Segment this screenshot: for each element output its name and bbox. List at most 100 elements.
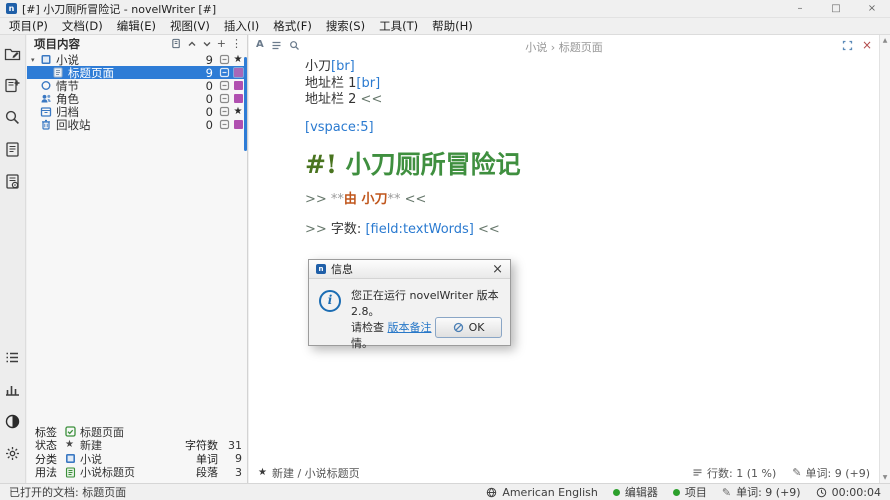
spell-language[interactable]: American English — [486, 486, 598, 499]
editor-scrollbar[interactable]: ▲ ▼ — [879, 35, 890, 483]
count-label: 段落 — [196, 464, 218, 480]
menu-insert[interactable]: 插入(I) — [217, 18, 266, 34]
br-tag: [br] — [331, 59, 355, 74]
ok-button[interactable]: OK — [435, 317, 502, 338]
tree-scrollbar[interactable] — [244, 57, 247, 151]
release-notes-link[interactable]: 版本备注 — [388, 321, 432, 334]
menu-format[interactable]: 格式(F) — [266, 18, 319, 34]
status-star-icon: ★ — [232, 107, 244, 117]
archive-icon — [40, 106, 52, 117]
pen-icon: ✎ — [722, 486, 731, 499]
ok-circle-icon — [453, 322, 464, 333]
active-checkbox-icon[interactable] — [219, 80, 232, 91]
theme-toggle-icon[interactable] — [4, 413, 21, 430]
count-value: 9 — [218, 452, 242, 465]
close-button[interactable]: × — [854, 0, 890, 17]
session-timer[interactable]: 00:00:04 — [816, 486, 881, 499]
tree-item-count: 0 — [195, 105, 213, 119]
dialog-body: i 您正在运行 novelWriter 版本 2.8。 请检查 版本备注 了解更… — [309, 279, 510, 352]
novel-view-icon[interactable] — [4, 77, 21, 94]
menu-edit[interactable]: 编辑(E) — [110, 18, 163, 34]
tree-item-trash[interactable]: 回收站 0 — [27, 118, 247, 131]
wordcount-line: >> 字数: [field:textWords] << — [305, 222, 864, 239]
menu-document[interactable]: 文档(D) — [55, 18, 110, 34]
outline-view-icon[interactable] — [4, 141, 21, 158]
align-mark: << — [361, 92, 383, 107]
byline: >> **由 小刀** << — [305, 192, 864, 209]
focus-mode-icon[interactable] — [842, 40, 853, 51]
vspace-line: [vspace:5] — [305, 120, 864, 137]
tree-item-count: 0 — [195, 79, 213, 93]
active-checkbox-icon[interactable] — [219, 54, 232, 65]
details-list-icon[interactable] — [4, 349, 21, 366]
search-icon[interactable] — [4, 109, 21, 126]
menu-bar: 项目(P) 文档(D) 编辑(E) 视图(V) 插入(I) 格式(F) 搜索(S… — [0, 18, 890, 35]
move-down-icon[interactable] — [202, 39, 212, 49]
br-tag: [br] — [356, 76, 380, 91]
detail-key: 用法 — [35, 464, 65, 480]
add-item-icon[interactable]: + — [217, 38, 226, 49]
status-bar: 已打开的文档: 标题页面 American English 编辑器 项目 ✎ 单… — [0, 483, 890, 500]
word-count[interactable]: ✎ 单词: 9 (+9) — [792, 465, 870, 481]
active-checkbox-icon[interactable] — [219, 106, 232, 117]
settings-gear-icon[interactable] — [4, 445, 21, 462]
active-checkbox-icon[interactable] — [219, 119, 232, 130]
menu-tools[interactable]: 工具(T) — [372, 18, 425, 34]
editor-doc-status[interactable]: 新建 / 小说标题页 — [272, 465, 360, 481]
status-star-icon: ★ — [232, 55, 244, 65]
detail-value: 小说标题页 — [80, 464, 135, 480]
doc-outline-icon[interactable] — [271, 40, 282, 51]
project-tree-icon[interactable] — [4, 45, 21, 62]
scroll-up-icon[interactable]: ▲ — [880, 37, 890, 44]
document-details-panel: 标签 标题页面 状态 ★ 新建 字符数 31 分类 小说 单词 9 用法 — [35, 425, 242, 479]
tree-item-count: 0 — [195, 92, 213, 106]
dialog-close-icon[interactable]: × — [492, 263, 503, 276]
clock-icon — [816, 487, 827, 498]
tree-item-count: 0 — [195, 118, 213, 132]
build-manuscript-icon[interactable] — [4, 173, 21, 190]
count-value: 31 — [218, 439, 242, 452]
field-tag: [field:textWords] — [365, 222, 473, 237]
menu-project[interactable]: 项目(P) — [2, 18, 55, 34]
maximize-button[interactable]: □ — [818, 0, 854, 17]
editor-status-dot — [613, 489, 620, 496]
minimize-button[interactable]: – — [782, 0, 818, 17]
editor-text-area[interactable]: 小刀[br] 地址栏 1[br] 地址栏 2 << [vspace:5] #! … — [305, 59, 864, 238]
quick-links-icon[interactable] — [171, 38, 182, 49]
open-document-status: 已打开的文档: 标题页面 — [9, 484, 126, 500]
close-document-icon[interactable]: × — [862, 39, 872, 51]
scroll-down-icon[interactable]: ▼ — [880, 474, 890, 481]
panel-menu-kebab-icon[interactable]: ⋮ — [231, 38, 242, 49]
editor-footer: ★ 新建 / 小说标题页 行数: 1 (1 %) ✎ 单词: 9 (+9) — [249, 462, 879, 483]
editor-search-icon[interactable] — [289, 40, 300, 51]
session-words[interactable]: ✎ 单词: 9 (+9) — [722, 484, 801, 500]
line-count[interactable]: 行数: 1 (1 %) — [692, 465, 776, 481]
menu-search[interactable]: 搜索(S) — [319, 18, 372, 34]
format-toolbar-icon[interactable]: A — [256, 40, 264, 50]
novel-class-icon — [65, 453, 80, 464]
usage-doc-icon — [65, 467, 80, 478]
importance-flag-icon — [232, 92, 244, 106]
app-logo-icon: n — [316, 264, 326, 274]
info-icon: i — [319, 290, 341, 312]
menu-view[interactable]: 视图(V) — [163, 18, 217, 34]
text-line: 小刀[br] — [305, 59, 864, 76]
importance-flag-icon — [232, 66, 244, 80]
active-checkbox-icon[interactable] — [219, 93, 232, 104]
move-up-icon[interactable] — [187, 39, 197, 49]
dialog-title-bar[interactable]: n 信息 × — [309, 260, 510, 279]
language-globe-icon — [486, 487, 497, 498]
tool-sidebar — [0, 35, 26, 483]
active-checkbox-icon[interactable] — [219, 67, 232, 78]
app-logo-icon: n — [6, 3, 17, 14]
menu-help[interactable]: 帮助(H) — [425, 18, 480, 34]
document-icon — [52, 67, 64, 78]
document-title-line: #! 小刀厕所冒险记 — [305, 149, 864, 180]
title-bar: n [#] 小刀厕所冒险记 - novelWriter [#] – □ × — [0, 0, 890, 18]
writing-stats-icon[interactable] — [4, 381, 21, 398]
novel-root-icon — [40, 54, 52, 65]
expander-icon[interactable]: ▾ — [31, 56, 40, 64]
importance-flag-icon — [232, 118, 244, 132]
text-line: 地址栏 1[br] — [305, 76, 864, 93]
editor-status: 编辑器 — [613, 484, 658, 500]
